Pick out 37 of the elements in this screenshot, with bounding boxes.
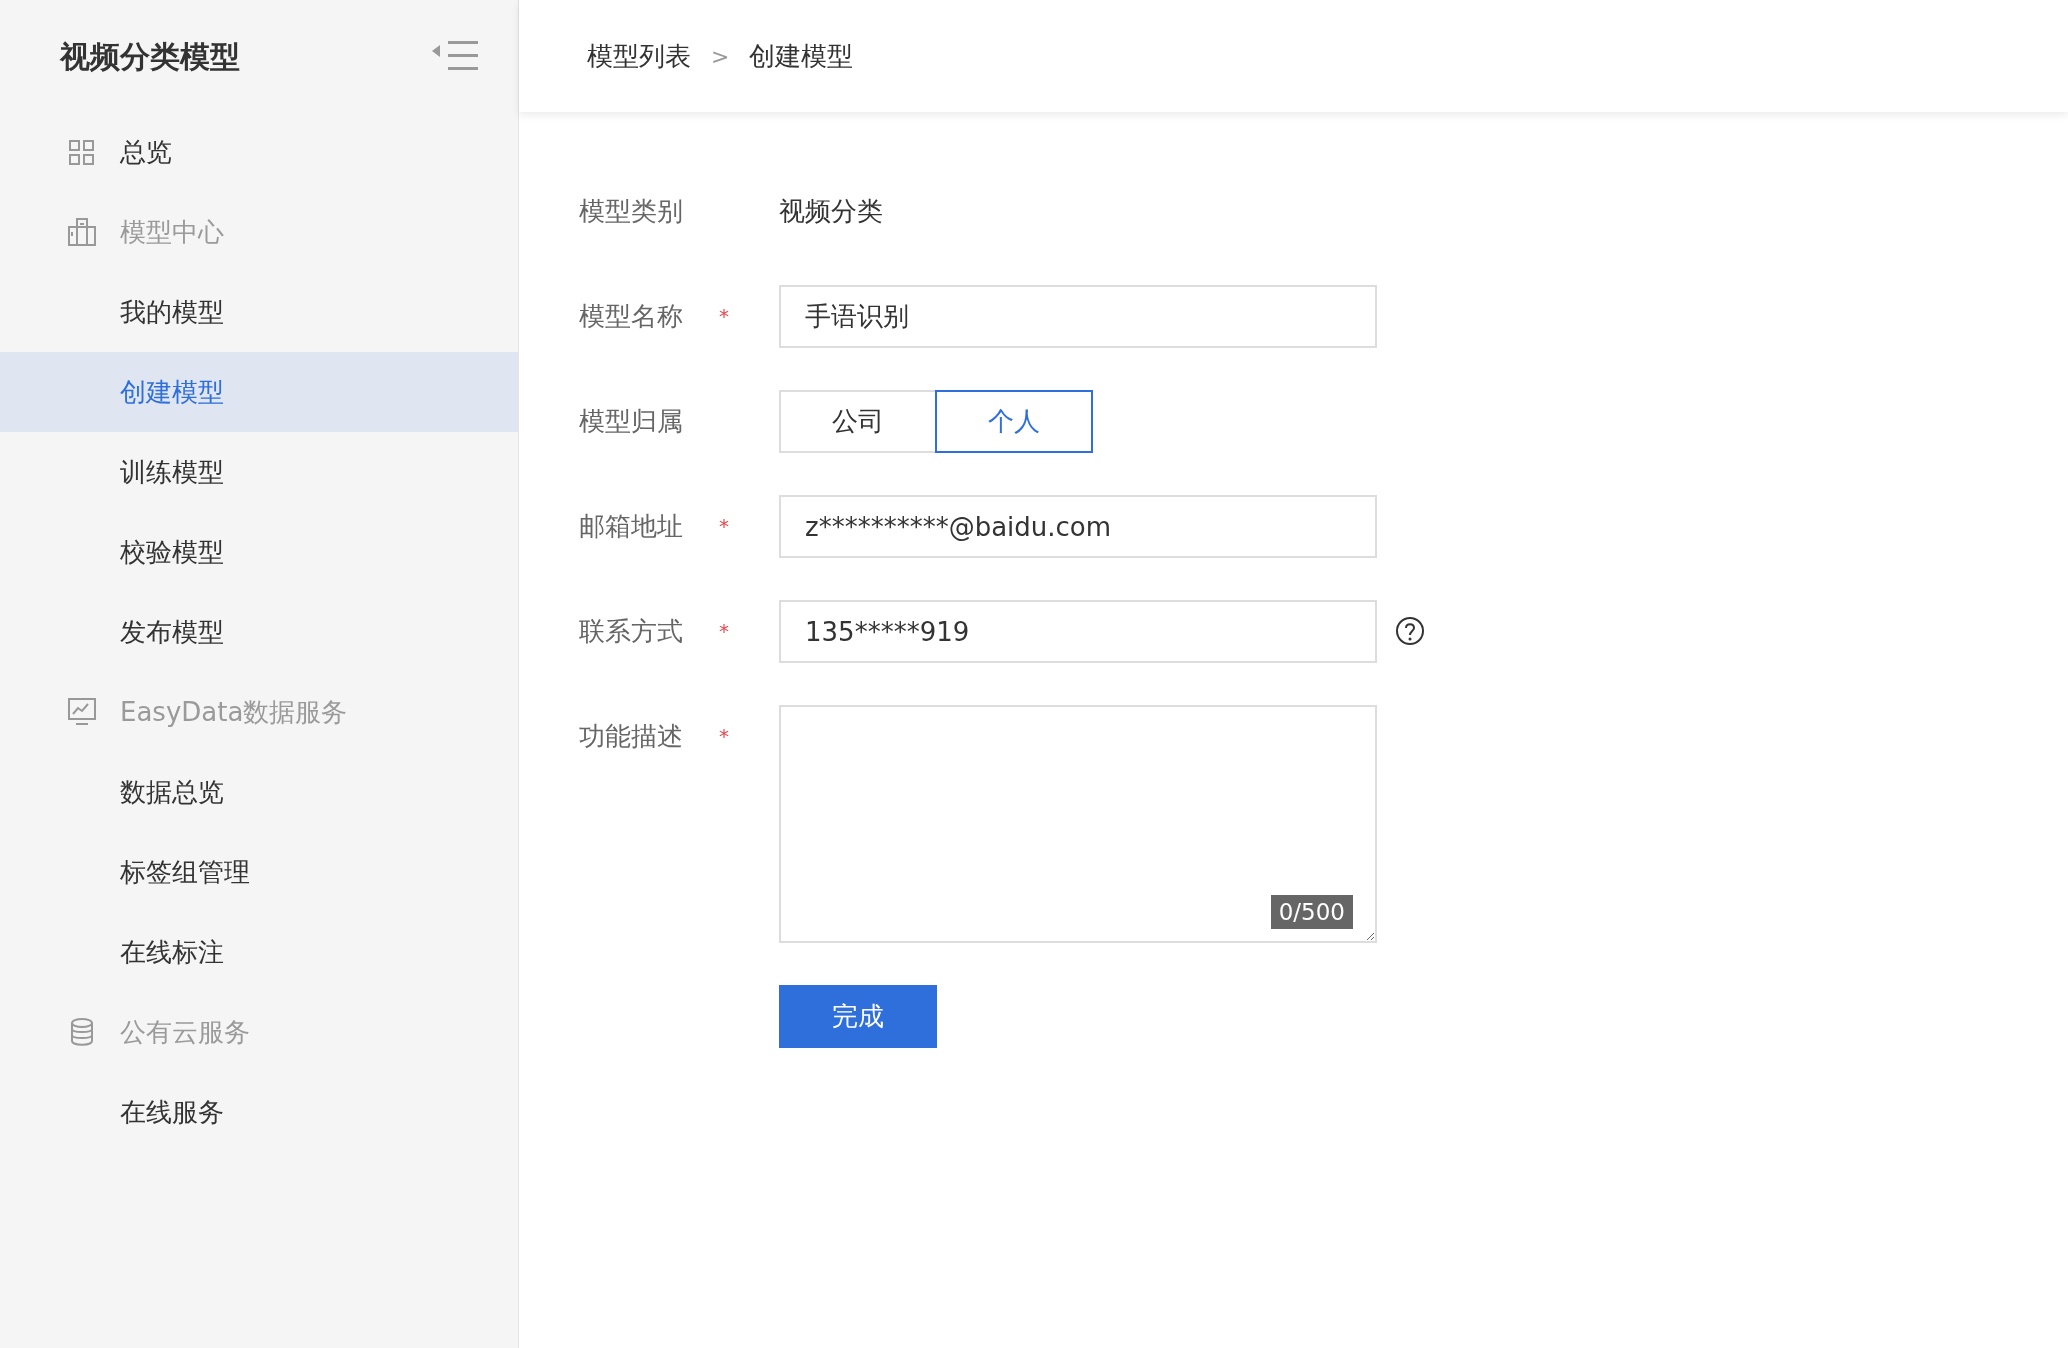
sidebar-item[interactable]: 校验模型: [0, 512, 518, 592]
field-label: 联系方式: [579, 615, 684, 648]
sidebar-item[interactable]: 发布模型: [0, 592, 518, 672]
sidebar-item[interactable]: 在线服务: [0, 1072, 518, 1152]
building-icon: [66, 216, 98, 248]
input-field[interactable]: 135*****919: [779, 600, 1377, 663]
required-mark: *: [719, 618, 730, 645]
sidebar-item[interactable]: 总览: [0, 112, 518, 192]
sidebar-item[interactable]: 我的模型: [0, 272, 518, 352]
input-field[interactable]: 手语识别: [779, 285, 1377, 348]
required-mark: *: [719, 303, 730, 330]
segment-option[interactable]: 公司: [779, 390, 937, 453]
help-icon[interactable]: [1395, 616, 1425, 646]
segment-option[interactable]: 个人: [935, 390, 1093, 453]
sidebar-item[interactable]: 训练模型: [0, 432, 518, 512]
required-mark: *: [719, 723, 730, 750]
submit-button[interactable]: 完成: [779, 985, 937, 1048]
breadcrumb-separator: >: [711, 42, 730, 71]
field-label: 模型类别: [579, 195, 684, 228]
input-field[interactable]: z**********@baidu.com: [779, 495, 1377, 558]
field-label: 模型名称: [579, 300, 684, 333]
sidebar-item[interactable]: 创建模型: [0, 352, 518, 432]
field-label: 功能描述: [579, 720, 684, 753]
menu-collapse-icon[interactable]: [432, 41, 478, 71]
field-value: 视频分类: [779, 195, 883, 228]
app-title: 视频分类模型: [60, 37, 240, 76]
sidebar-item[interactable]: 标签组管理: [0, 832, 518, 912]
breadcrumb-current: 创建模型: [749, 39, 854, 73]
sidebar-item[interactable]: 在线标注: [0, 912, 518, 992]
chart-monitor-icon: [66, 696, 98, 728]
character-counter: 0/500: [1270, 894, 1353, 929]
field-label: 模型归属: [579, 405, 684, 438]
required-mark: *: [719, 513, 730, 540]
breadcrumb-link[interactable]: 模型列表: [587, 36, 691, 76]
field-label: 邮箱地址: [579, 510, 684, 543]
text-area[interactable]: [779, 705, 1377, 943]
sidebar-item[interactable]: 数据总览: [0, 752, 518, 832]
